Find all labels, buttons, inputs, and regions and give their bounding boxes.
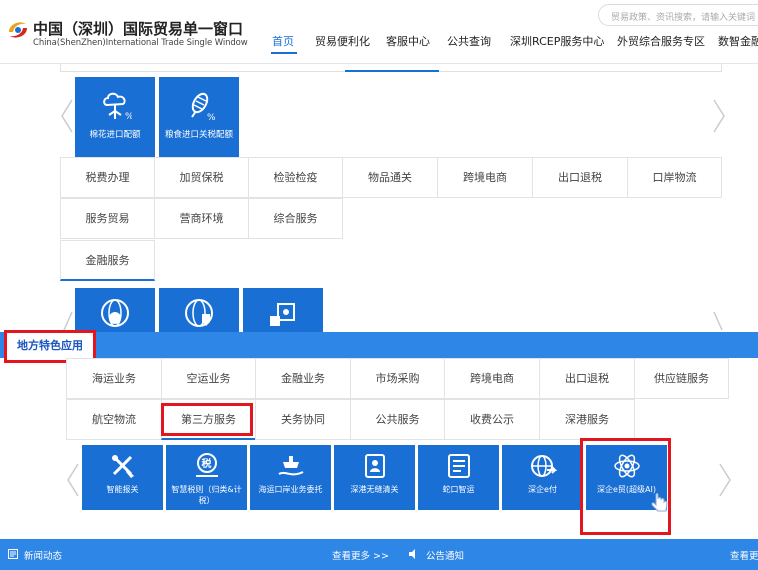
notice-more-link[interactable]: 查看更 <box>730 548 758 562</box>
tile-label: 蛇口智运 <box>442 485 475 494</box>
logo-icon <box>9 22 27 38</box>
nav-public-query[interactable]: 公共查询 <box>447 33 491 49</box>
tile-grain-tariff-quota[interactable]: % 粮食进口关税配额 <box>159 77 239 157</box>
highlight-etrade-ai-tile <box>580 438 671 535</box>
tab-general-services[interactable]: 综合服务 <box>248 198 343 239</box>
tab-business-environment[interactable]: 营商环境 <box>154 198 249 239</box>
tile-finance-3[interactable] <box>243 288 323 334</box>
tile-label: 深企e付 <box>528 485 557 494</box>
news-more-link[interactable]: 查看更多 >> <box>332 548 389 562</box>
tab-hk-services[interactable]: 深港服务 <box>539 399 635 440</box>
cotton-icon: % <box>103 92 132 122</box>
tile-smart-declaration[interactable]: 智能报关 <box>82 445 163 510</box>
tile-cotton-import-quota[interactable]: % 棉花进口配额 <box>75 77 155 157</box>
tab-financial-services[interactable]: 金融服务 <box>60 240 155 281</box>
tab-goods-clearance[interactable]: 物品通关 <box>342 157 438 198</box>
tile-label: 棉花进口配额 <box>89 130 141 140</box>
globe-shield-icon <box>185 299 213 327</box>
tile-shekou-smart-shipping[interactable]: 蛇口智运 <box>418 445 499 510</box>
tab-air-freight[interactable]: 空运业务 <box>161 358 256 399</box>
news-icon <box>8 549 18 559</box>
svg-text:税: 税 <box>201 457 211 470</box>
tab-port-logistics[interactable]: 口岸物流 <box>627 157 722 198</box>
nav-active-indicator <box>271 52 297 54</box>
globe-pay-icon <box>530 455 557 477</box>
tile-port-entrust[interactable]: 海运口岸业务委托 <box>250 445 331 510</box>
carousel-prev-icon[interactable] <box>64 462 82 498</box>
tab-fee-disclosure[interactable]: 收费公示 <box>444 399 540 440</box>
grain-icon: % <box>191 92 216 123</box>
tile-smart-tariff[interactable]: 税 智慧税则（归类&计税） <box>166 445 247 510</box>
tab-inspection[interactable]: 检验检疫 <box>248 157 343 198</box>
tile-label: 粮食进口关税配额 <box>164 130 233 140</box>
previous-tab-strip <box>60 64 722 72</box>
id-card-icon <box>364 454 385 478</box>
tax-bag-icon: 税 <box>195 453 218 477</box>
tile-finance-1[interactable] <box>75 288 155 334</box>
tab-cross-border-ecommerce[interactable]: 跨境电商 <box>444 358 540 399</box>
footer-bar: 新闻动态 查看更多 >> 公告通知 查看更 <box>0 539 758 570</box>
tab-sea-freight[interactable]: 海运业务 <box>66 358 162 399</box>
tab-export-tax-refund[interactable]: 出口退税 <box>539 358 635 399</box>
tab-tax-handling[interactable]: 税费办理 <box>60 157 155 198</box>
carousel-next-icon[interactable] <box>716 462 734 498</box>
tab-air-logistics[interactable]: 航空物流 <box>66 399 162 440</box>
tools-icon <box>111 455 134 478</box>
globe-yen-icon <box>101 299 129 327</box>
tab-service-trade[interactable]: 服务贸易 <box>60 198 155 239</box>
tab-public-services[interactable]: 公共服务 <box>350 399 445 440</box>
tile-szq-epay[interactable]: 深企e付 <box>502 445 583 510</box>
nav-foreign-trade[interactable]: 外贸综合服务专区 <box>617 33 705 49</box>
carousel-next-icon[interactable] <box>710 310 728 332</box>
carousel-next-icon[interactable] <box>710 98 728 134</box>
tab-bonded-processing[interactable]: 加贸保税 <box>154 157 249 198</box>
notice-heading[interactable]: 公告通知 <box>426 548 464 562</box>
tile-label: 智慧税则（归类&计税） <box>171 485 242 505</box>
nav-home[interactable]: 首页 <box>272 33 294 49</box>
tab-customs-collab[interactable]: 关务协同 <box>255 399 351 440</box>
tile-label: 智能报关 <box>106 485 139 494</box>
svg-text:%: % <box>125 112 132 122</box>
tile-sz-hk-clearance[interactable]: 深港无缝清关 <box>334 445 415 510</box>
tab-export-tax-refund[interactable]: 出口退税 <box>532 157 628 198</box>
tab-finance-business[interactable]: 金融业务 <box>255 358 351 399</box>
site-subtitle: China(ShenZhen)International Trade Singl… <box>33 38 248 48</box>
carousel-prev-icon[interactable] <box>58 98 76 134</box>
carousel-prev-icon[interactable] <box>58 310 76 332</box>
site-title[interactable]: 中国（深圳）国际贸易单一窗口 <box>33 18 243 39</box>
tile-finance-2[interactable] <box>159 288 239 334</box>
tab-cross-border-ecommerce[interactable]: 跨境电商 <box>437 157 533 198</box>
tab-market-procurement[interactable]: 市场采购 <box>350 358 445 399</box>
ship-hand-icon <box>277 456 303 476</box>
tile-label: 深港无缝清关 <box>350 485 399 494</box>
nav-service-center[interactable]: 客服中心 <box>386 33 430 49</box>
tab-supply-chain[interactable]: 供应链服务 <box>634 358 729 399</box>
svg-text:%: % <box>207 113 216 123</box>
safe-box-icon <box>270 303 295 326</box>
highlight-third-party-tab <box>161 403 253 436</box>
nav-rcep[interactable]: 深圳RCEP服务中心 <box>510 33 604 49</box>
nav-trade-facilitation[interactable]: 贸易便利化 <box>315 33 370 49</box>
section-header-band <box>0 332 758 358</box>
news-heading[interactable]: 新闻动态 <box>24 548 62 562</box>
site-header: 中国（深圳）国际贸易单一窗口 China(ShenZhen)Internatio… <box>0 0 758 64</box>
tile-label: 海运口岸业务委托 <box>258 485 323 494</box>
smart-logistics-icon <box>447 454 470 478</box>
nav-fintech[interactable]: 数智金融 <box>718 33 758 49</box>
search-input[interactable]: 贸易政策、资讯搜索，请输入关键词 <box>598 4 758 26</box>
speaker-icon <box>409 549 415 559</box>
